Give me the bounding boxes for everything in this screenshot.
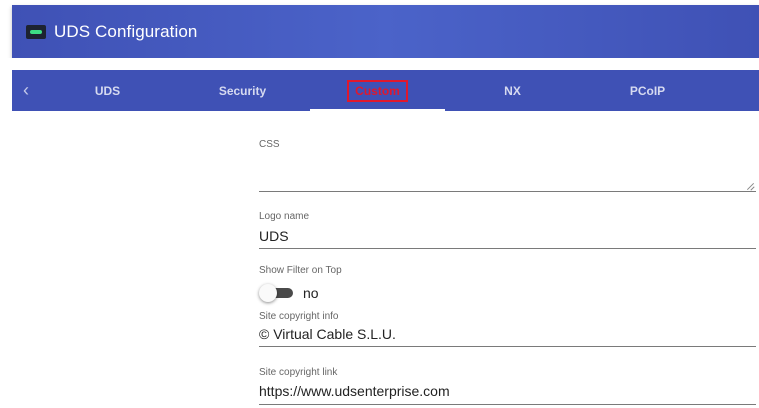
site-copyright-link-underline [259,404,756,405]
tab-nx[interactable]: NX [445,70,580,111]
tab-security[interactable]: Security [175,70,310,111]
logo-name-field[interactable]: Logo name UDS [259,211,756,249]
site-copyright-info-value[interactable]: © Virtual Cable S.L.U. [259,326,756,342]
chevron-left-icon[interactable]: ‹ [12,70,40,111]
show-filter-toggle-row[interactable]: no [259,284,756,302]
toggle-app-icon [26,24,46,39]
tab-uds[interactable]: UDS [40,70,175,111]
tab-label: Custom [347,79,408,102]
tab-label: PCoIP [629,83,666,98]
logo-name-underline [259,248,756,249]
toolbar-gap [0,58,759,70]
tab-label: Security [218,83,267,98]
tab-custom[interactable]: Custom [310,70,445,111]
show-filter-field: Show Filter on Top no [259,265,756,302]
resize-grip-icon[interactable] [746,182,754,190]
tab-label: UDS [94,83,121,98]
logo-name-value[interactable]: UDS [259,228,756,244]
tab-bar: ‹ UDS Security Custom NX PCoIP [12,70,759,111]
site-copyright-link-label: Site copyright link [259,367,338,378]
show-filter-state: no [303,285,319,301]
tab-label: NX [504,83,521,98]
css-textarea[interactable]: CSS [259,139,756,192]
app-toolbar: UDS Configuration [12,5,759,58]
site-copyright-info-underline [259,346,756,347]
css-underline [259,191,756,192]
site-copyright-link-value[interactable]: https://www.udsenterprise.com [259,383,756,399]
css-label: CSS [259,139,280,150]
logo-name-label: Logo name [259,211,310,222]
site-copyright-info-label: Site copyright info [259,311,339,322]
show-filter-label: Show Filter on Top [259,265,342,276]
toggle-thumb [259,284,277,302]
app-title: UDS Configuration [54,21,198,41]
site-copyright-info-field[interactable]: Site copyright info © Virtual Cable S.L.… [259,311,756,347]
site-copyright-link-field[interactable]: Site copyright link https://www.udsenter… [259,367,756,405]
tab-pcoip[interactable]: PCoIP [580,70,715,111]
show-filter-toggle[interactable] [259,284,295,302]
